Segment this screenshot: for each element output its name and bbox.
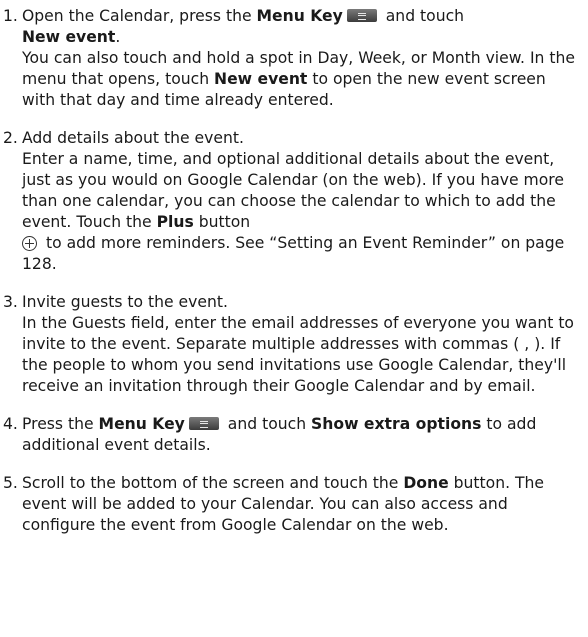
step-detail: Enter a name, time, and optional additio… (22, 149, 582, 275)
step-detail: In the Guests field, enter the email add… (22, 314, 574, 395)
step-lead: Invite guests to the event. (22, 293, 228, 311)
step-5: 5. Scroll to the bottom of the screen an… (3, 473, 582, 536)
step-body: Scroll to the bottom of the screen and t… (22, 473, 582, 536)
new-event-label: New event (214, 70, 308, 88)
step-body: Add details about the event. Enter a nam… (22, 128, 582, 275)
plus-label: Plus (156, 213, 194, 231)
step-lead: Add details about the event. (22, 129, 244, 147)
step-4: 4. Press the Menu Key and touch Show ext… (3, 414, 582, 456)
menu-key-label: Menu Key (256, 7, 343, 25)
menu-key-icon (188, 417, 219, 430)
instruction-page: 1. Open the Calendar, press the Menu Key… (0, 0, 588, 536)
text: to add more reminders. See “Setting an E… (22, 234, 565, 273)
text: Scroll to the bottom of the screen and t… (22, 474, 404, 492)
step-detail: You can also touch and hold a spot in Da… (22, 48, 582, 111)
step-1: 1. Open the Calendar, press the Menu Key… (3, 6, 582, 111)
text: Press the (22, 415, 99, 433)
step-2: 2. Add details about the event. Enter a … (3, 128, 582, 275)
show-extra-options-label: Show extra options (311, 415, 482, 433)
step-lead: Open the Calendar, press the Menu Key an… (22, 6, 582, 48)
step-number: 3. (3, 293, 18, 311)
text: and touch (380, 7, 465, 25)
done-label: Done (403, 474, 449, 492)
step-body: Press the Menu Key and touch Show extra … (22, 414, 582, 456)
text: and touch (222, 415, 312, 433)
step-body: Open the Calendar, press the Menu Key an… (22, 6, 582, 111)
step-3: 3. Invite guests to the event. In the Gu… (3, 292, 582, 397)
step-lead: Press the Menu Key and touch Show extra … (22, 414, 582, 456)
new-event-label: New event (22, 28, 116, 46)
step-number: 2. (3, 129, 18, 147)
step-number: 4. (3, 415, 18, 433)
text: Open the Calendar, press the (22, 7, 257, 25)
step-body: Invite guests to the event. In the Guest… (22, 292, 582, 397)
text: . (115, 28, 121, 46)
menu-key-label: Menu Key (98, 415, 185, 433)
step-lead: Scroll to the bottom of the screen and t… (22, 473, 582, 536)
menu-key-icon (346, 9, 377, 22)
plus-circle-icon (22, 236, 37, 251)
text: button (193, 213, 251, 231)
step-number: 1. (3, 7, 18, 25)
step-number: 5. (3, 474, 18, 492)
text: Enter a name, time, and optional additio… (22, 150, 564, 231)
